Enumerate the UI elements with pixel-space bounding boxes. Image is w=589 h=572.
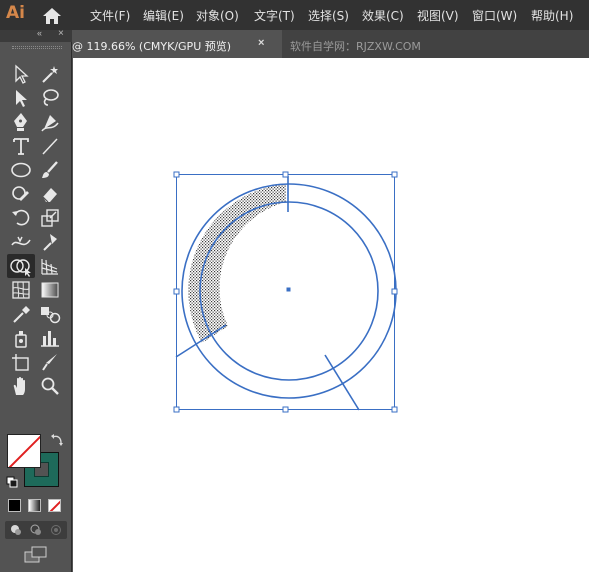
menu-window[interactable]: 窗口(W) [472,7,517,24]
screen-mode-icon[interactable] [24,546,48,564]
paintbrush-tool-icon[interactable] [38,159,62,181]
slice-tool-icon[interactable] [38,351,62,373]
menu-help[interactable]: 帮助(H) [531,7,573,24]
draw-normal-icon[interactable] [10,524,22,536]
magic-wand-tool-icon[interactable] [38,63,62,85]
handle-middle-right [391,288,398,295]
selection-tool-icon[interactable] [9,87,33,109]
menu-file[interactable]: 文件(F) [90,7,130,24]
draw-inside-icon[interactable] [50,524,62,536]
fill-color-swatch[interactable] [7,434,41,468]
default-fill-stroke-icon[interactable] [6,476,18,488]
handle-top-left [173,171,180,178]
home-icon[interactable] [42,7,62,25]
menu-view[interactable]: 视图(V) [417,7,459,24]
none-slash-icon [8,435,40,467]
color-mode-icon[interactable] [8,499,21,512]
watermark-text: 软件自学网：RJZXW.COM [290,40,421,53]
swap-fill-stroke-icon[interactable] [50,433,64,447]
lasso-tool-icon[interactable] [38,87,62,109]
shaper-tool-icon[interactable] [9,183,33,205]
handle-bottom-center [282,406,289,413]
draw-behind-icon[interactable] [30,524,42,536]
shape-builder-tool-icon[interactable] [7,254,35,278]
symbol-sprayer-tool-icon[interactable] [9,327,33,349]
selection-center-point [286,287,291,292]
column-graph-tool-icon[interactable] [38,327,62,349]
ellipse-tool-icon[interactable] [9,159,33,181]
app-logo: Ai [6,3,25,23]
document-tab[interactable]: @ 119.66% (CMYK/GPU 预览) × [72,30,282,58]
hand-tool-icon[interactable] [9,375,33,397]
gradient-tool-icon[interactable] [38,279,62,301]
document-tab-title: @ 119.66% (CMYK/GPU 预览) [72,40,232,53]
curvature-tool-icon[interactable] [38,111,62,133]
handle-bottom-right [391,406,398,413]
menu-type[interactable]: 文字(T) [254,7,295,24]
artwork[interactable] [73,58,589,572]
rotate-tool-icon[interactable] [9,207,33,229]
direct-selection-tool-icon[interactable] [9,63,33,85]
handle-middle-left [173,288,180,295]
menu-object[interactable]: 对象(O) [196,7,239,24]
handle-top-right [391,171,398,178]
gradient-mode-icon[interactable] [28,499,41,512]
document-tab-bar: @ 119.66% (CMYK/GPU 预览) × 软件自学网：RJZXW.CO… [72,30,589,58]
draw-mode-bar [5,521,67,539]
pen-tool-icon[interactable] [9,111,33,133]
menu-select[interactable]: 选择(S) [308,7,349,24]
width-tool-icon[interactable] [9,231,33,253]
menu-effect[interactable]: 效果(C) [362,7,404,24]
puppet-warp-tool-icon[interactable] [38,231,62,253]
eyedropper-tool-icon[interactable] [9,303,33,325]
document-tab-close-icon[interactable]: × [258,37,264,49]
mesh-tool-icon[interactable] [9,279,33,301]
type-tool-icon[interactable] [9,135,33,157]
panel-grip[interactable] [12,46,62,49]
dotted-crescent-shape[interactable] [188,184,286,343]
handle-top-center [282,171,289,178]
perspective-grid-tool-icon[interactable] [38,255,62,277]
tools-panel: « × [0,28,72,572]
collapse-panel-icon[interactable]: « [37,28,42,38]
close-panel-icon[interactable]: × [58,28,64,39]
blend-tool-icon[interactable] [38,303,62,325]
handle-bottom-left [173,406,180,413]
line-segment-tool-icon[interactable] [38,135,62,157]
artboard-canvas[interactable] [73,58,589,572]
zoom-tool-icon[interactable] [38,375,62,397]
none-mode-icon[interactable] [48,499,61,512]
tools-panel-header: « × [0,28,72,42]
artboard-tool-icon[interactable] [9,351,33,373]
eraser-tool-icon[interactable] [38,183,62,205]
menu-edit[interactable]: 编辑(E) [143,7,184,24]
menu-bar: Ai 文件(F) 编辑(E) 对象(O) 文字(T) 选择(S) 效果(C) 视… [0,0,589,30]
scale-tool-icon[interactable] [38,207,62,229]
